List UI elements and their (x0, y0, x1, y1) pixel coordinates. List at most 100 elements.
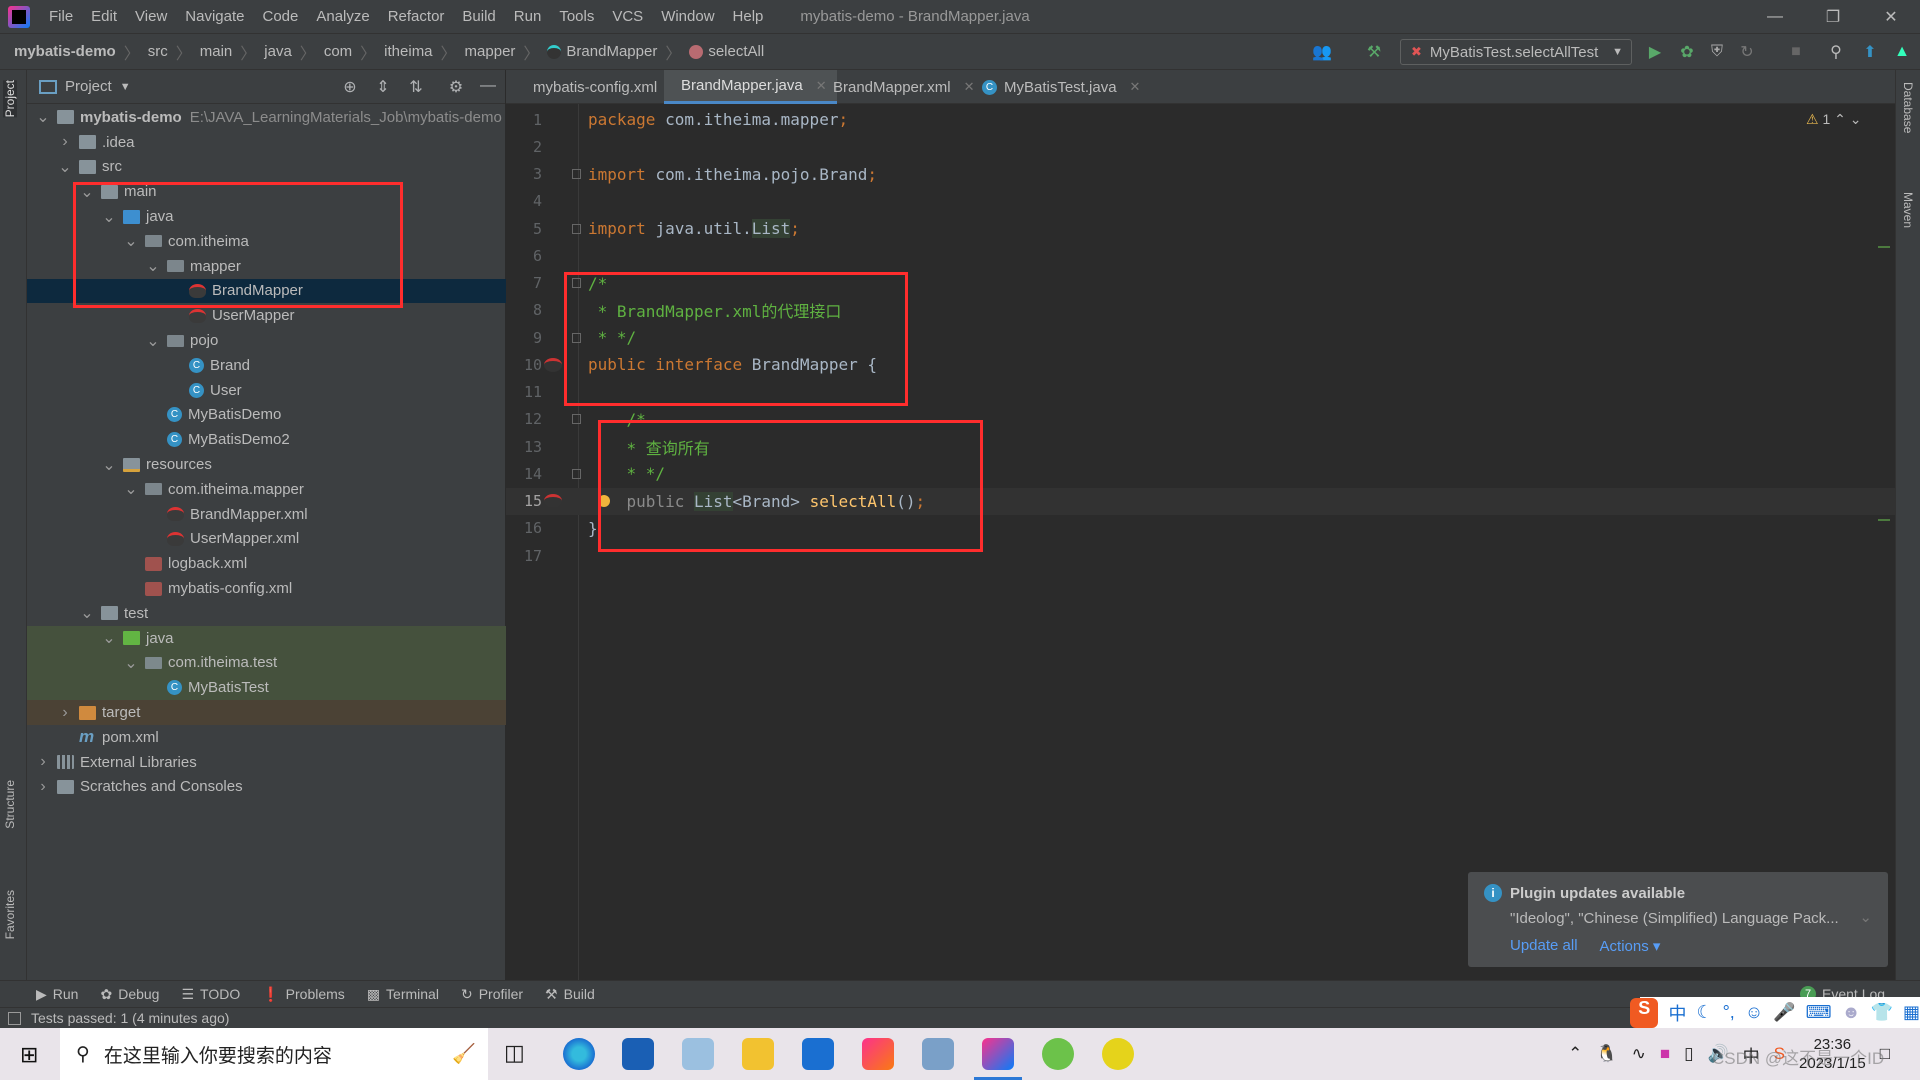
breadcrumb-item[interactable]: main (196, 43, 237, 60)
wifi-icon[interactable]: ∿ (1632, 1044, 1646, 1064)
toolbox-tray-icon[interactable]: ■ (1660, 1044, 1670, 1064)
breadcrumb-item[interactable]: selectAll (685, 43, 768, 60)
tree-item[interactable]: C MyBatisTest (27, 675, 506, 701)
code-line[interactable]: 4 (506, 188, 1895, 215)
tree-item[interactable]: › .idea (27, 130, 506, 155)
stop-icon[interactable]: ■ (1786, 42, 1806, 62)
menu-build[interactable]: Build (453, 8, 504, 25)
chevron-down-icon[interactable]: ⌄ (101, 455, 117, 475)
chevron-down-icon[interactable]: ⌄ (35, 107, 51, 127)
actions-link[interactable]: Actions ▾ (1600, 937, 1661, 955)
chevron-down-icon[interactable]: ⌄ (145, 331, 161, 351)
debug-tool-button[interactable]: ✿ Debug (100, 986, 159, 1003)
chevron-down-icon[interactable]: ⌄ (79, 603, 95, 623)
chevron-right-icon[interactable]: › (57, 704, 73, 722)
tree-item[interactable]: ⌄ resources (27, 452, 506, 477)
chevron-down-icon[interactable]: ⌄ (57, 157, 73, 177)
build-tool-button[interactable]: ⚒ Build (545, 986, 595, 1003)
database-tool-tab[interactable]: Database (1901, 82, 1915, 133)
mybatisx-navigate-icon[interactable] (544, 357, 562, 372)
close-tab-icon[interactable]: ✕ (1130, 79, 1141, 95)
tree-item[interactable]: C MyBatisDemo (27, 403, 506, 428)
tree-item[interactable]: logback.xml (27, 551, 506, 576)
chevron-right-icon[interactable]: › (35, 753, 51, 771)
code-line[interactable]: 3 import com.itheima.pojo.Brand; (506, 161, 1895, 188)
breadcrumb-item[interactable]: src (144, 43, 172, 60)
app-icon[interactable] (802, 1038, 834, 1070)
jetbrains-toolbox-icon[interactable] (862, 1038, 894, 1070)
menu-code[interactable]: Code (253, 8, 307, 25)
expand-chevron-icon[interactable]: ⌄ (1859, 908, 1872, 926)
tree-item[interactable]: › Scratches and Consoles (27, 775, 506, 800)
breadcrumb-item[interactable]: java (260, 43, 296, 60)
tree-item[interactable]: ⌄ com.itheima.mapper (27, 477, 506, 502)
expand-all-icon[interactable]: ⇕ (373, 77, 393, 97)
punctuation-icon[interactable]: °, (1723, 1002, 1735, 1023)
close-button[interactable]: ✕ (1862, 0, 1920, 34)
breadcrumb-item[interactable]: mybatis-demo (10, 43, 120, 60)
show-hidden-icons-icon[interactable]: ⌃ (1568, 1044, 1582, 1064)
battery-icon[interactable]: ▯ (1684, 1044, 1693, 1064)
debug-icon[interactable]: ✿ (1677, 42, 1697, 62)
menu-navigate[interactable]: Navigate (176, 8, 253, 25)
breadcrumb-item[interactable]: BrandMapper (543, 43, 661, 60)
hide-icon[interactable]: — (478, 77, 498, 97)
tree-item[interactable]: ⌄ pojo (27, 328, 506, 353)
search-icon[interactable]: ⚲ (1826, 42, 1846, 62)
mybatisx-navigate-icon[interactable] (544, 494, 562, 508)
editor-tab[interactable]: C MyBatisTest.java ✕ (972, 70, 1150, 104)
build-hammer-icon[interactable]: ⚒ (1364, 42, 1384, 62)
ime-mode[interactable]: 中 (1668, 1000, 1686, 1026)
code-with-me-icon[interactable]: ▲ (1892, 42, 1912, 62)
tree-item[interactable]: m pom.xml (27, 725, 506, 750)
menu-help[interactable]: Help (724, 8, 773, 25)
breadcrumb-item[interactable]: com (320, 43, 356, 60)
prev-highlight-icon[interactable]: ⌃ (1834, 111, 1846, 127)
tree-item[interactable]: › External Libraries (27, 750, 506, 775)
tree-item[interactable]: ⌄ test (27, 601, 506, 626)
project-view-select[interactable]: Project (65, 78, 112, 95)
chevron-down-icon[interactable]: ⌄ (123, 653, 139, 673)
app-icon[interactable] (682, 1038, 714, 1070)
tree-item[interactable]: mybatis-config.xml (27, 576, 506, 601)
menu-analyze[interactable]: Analyze (307, 8, 378, 25)
minimize-button[interactable]: — (1746, 0, 1804, 34)
fold-marker-icon[interactable] (572, 223, 581, 234)
moon-icon[interactable]: ☾ (1696, 1002, 1712, 1023)
skin-icon[interactable]: 👕 (1871, 1002, 1893, 1023)
fold-marker-icon[interactable] (572, 414, 581, 425)
chevron-right-icon[interactable]: › (35, 778, 51, 796)
tree-item[interactable]: C User (27, 378, 506, 403)
emoji-icon[interactable]: ☺ (1745, 1002, 1763, 1023)
chevron-down-icon[interactable]: ▼ (120, 81, 131, 93)
breadcrumb-item[interactable]: itheima (380, 43, 436, 60)
problems-tool-button[interactable]: ❗ Problems (262, 986, 345, 1003)
menu-file[interactable]: File (40, 8, 82, 25)
update-all-link[interactable]: Update all (1510, 937, 1578, 955)
qq-icon[interactable]: 🐧 (1596, 1044, 1617, 1064)
code-line[interactable]: 6 (506, 242, 1895, 269)
app-icon[interactable] (1102, 1038, 1134, 1070)
chevron-down-icon[interactable]: ⌄ (101, 628, 117, 648)
wechat-icon[interactable] (1042, 1038, 1074, 1070)
editor-tab[interactable]: BrandMapper.java ✕ (664, 70, 837, 104)
tree-item[interactable]: C MyBatisDemo2 (27, 427, 506, 452)
terminal-tool-button[interactable]: ▩ Terminal (367, 986, 439, 1003)
taskbar-search-box[interactable]: ⚲ 在这里输入你要搜索的内容 🧹 (60, 1028, 488, 1080)
inspection-widget[interactable]: ⚠ 1 ⌃ ⌄ (1806, 111, 1862, 128)
run-configuration-select[interactable]: ✖ MyBatisTest.selectAllTest ▼ (1400, 39, 1632, 65)
profiler-tool-button[interactable]: ↻ Profiler (461, 986, 523, 1003)
remote-desktop-icon[interactable] (922, 1038, 954, 1070)
toolbox-icon[interactable]: ▦ (1903, 1002, 1920, 1023)
chevron-down-icon[interactable]: ⌄ (123, 479, 139, 499)
tree-item[interactable]: › target (27, 700, 506, 725)
breadcrumb-item[interactable]: mapper (461, 43, 520, 60)
task-view-icon[interactable]: ◫ (504, 1040, 525, 1066)
menu-run[interactable]: Run (505, 8, 551, 25)
structure-tool-tab[interactable]: Structure (3, 780, 17, 829)
menu-edit[interactable]: Edit (82, 8, 126, 25)
vcs-user-icon[interactable]: 👥 (1312, 42, 1332, 62)
microphone-icon[interactable]: 🎤 (1773, 1002, 1795, 1023)
tree-item[interactable]: ⌄ java (27, 625, 506, 651)
tree-item[interactable]: C Brand (27, 353, 506, 378)
